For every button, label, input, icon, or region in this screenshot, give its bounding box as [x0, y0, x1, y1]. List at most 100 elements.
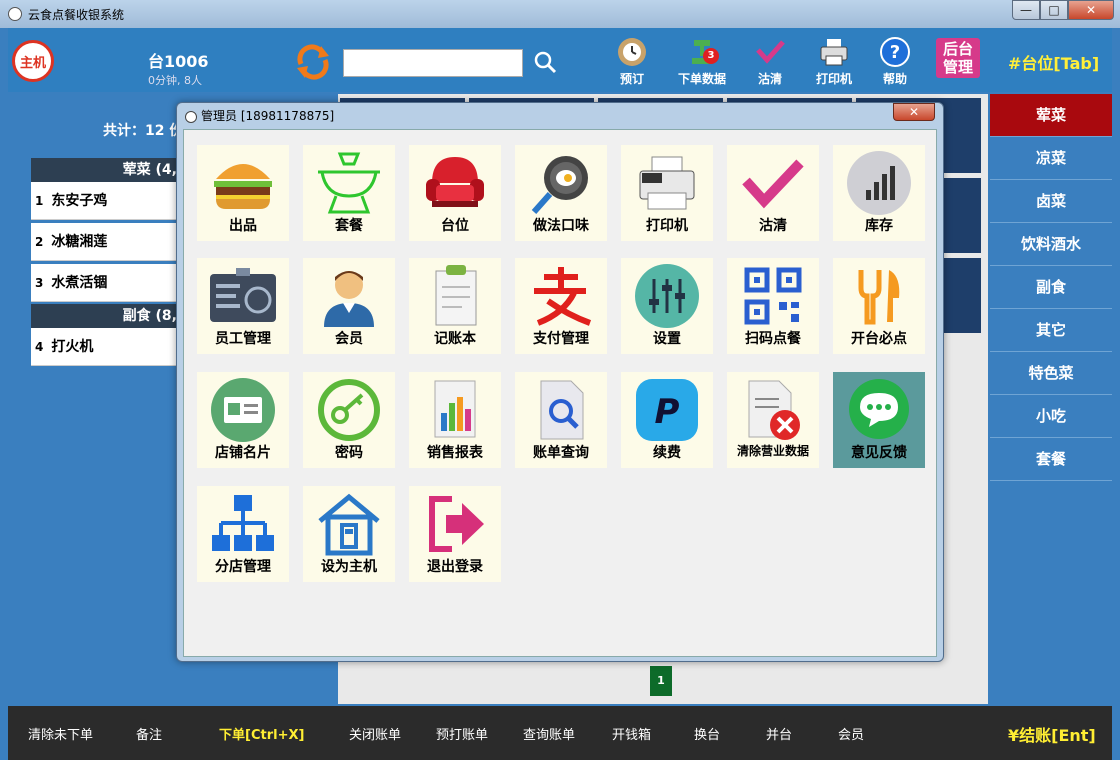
category-tab[interactable]: 套餐	[990, 438, 1112, 481]
tool-printer[interactable]: 打印机	[804, 36, 864, 87]
order-item[interactable]: 4 打火机	[31, 328, 181, 366]
dialog-close-button[interactable]: ✕	[893, 103, 935, 121]
backend-admin-button[interactable]: 后台 管理	[936, 38, 980, 78]
order-item-no: 4	[35, 340, 44, 354]
category-tab[interactable]: 其它	[990, 309, 1112, 352]
refresh-icon[interactable]	[293, 42, 333, 82]
search-icon[interactable]	[533, 50, 557, 74]
card-inventory[interactable]: 库存	[833, 145, 925, 241]
top-toolbar: 主机 台1006 0分钟, 8人 预订 3 下单数据 沽清 打印机 ? 帮助 后…	[8, 28, 1112, 92]
alipay-icon	[534, 267, 592, 326]
key-icon	[318, 379, 380, 441]
tool-help-label: 帮助	[882, 72, 907, 86]
note-button[interactable]: 备注	[136, 724, 162, 743]
card-staff[interactable]: 员工管理	[197, 258, 289, 354]
dialog-titlebar: 管理员 [18981178875]	[185, 107, 334, 124]
card-label: 设置	[653, 331, 681, 347]
category-tab[interactable]: 荤菜	[990, 94, 1112, 137]
house-icon	[318, 493, 380, 556]
maximize-button[interactable]: □	[1040, 0, 1068, 20]
card-required-items[interactable]: 开台必点	[833, 258, 925, 354]
category-tab[interactable]: 副食	[990, 266, 1112, 309]
card-ledger[interactable]: 记账本	[409, 258, 501, 354]
category-tab[interactable]: 特色菜	[990, 352, 1112, 395]
card-label: 扫码点餐	[745, 331, 801, 347]
place-order-button[interactable]: 下单[Ctrl+X]	[219, 724, 304, 743]
logout-icon	[429, 496, 484, 552]
category-tab[interactable]: 凉菜	[990, 137, 1112, 180]
query-bill-button[interactable]: 查询账单	[523, 724, 575, 743]
card-sellout[interactable]: 沽清	[727, 145, 819, 241]
card-member[interactable]: 会员	[303, 258, 395, 354]
help-icon: ?	[880, 37, 910, 67]
card-product[interactable]: 出品	[197, 145, 289, 241]
tool-help[interactable]: ? 帮助	[865, 36, 925, 87]
checkout-button[interactable]: ¥结账[Ent]	[1008, 722, 1096, 746]
close-button[interactable]: ✕	[1068, 0, 1114, 20]
card-label: 台位	[441, 218, 469, 234]
tool-sellout[interactable]: 沽清	[740, 36, 800, 87]
card-table[interactable]: 台位	[409, 145, 501, 241]
admin-dialog: 管理员 [18981178875] ✕ 出品 套餐 台位 做法口味 打印机 沽清	[176, 102, 944, 662]
card-logout[interactable]: 退出登录	[409, 486, 501, 582]
page-number-button[interactable]: 1	[650, 666, 672, 696]
card-label: 设为主机	[321, 559, 377, 575]
search-input[interactable]	[343, 49, 523, 77]
bar-chart-icon	[847, 151, 911, 215]
tool-order-data[interactable]: 3 下单数据	[672, 36, 732, 87]
card-set-host[interactable]: 设为主机	[303, 486, 395, 582]
qr-code-icon	[744, 267, 802, 325]
close-bill-button[interactable]: 关闭账单	[349, 724, 401, 743]
hotpot-icon	[318, 152, 380, 214]
merge-table-button[interactable]: 并台	[766, 724, 792, 743]
host-badge: 主机	[12, 40, 54, 82]
minimize-button[interactable]: —	[1012, 0, 1040, 20]
app-icon	[8, 7, 22, 21]
clear-unordered-button[interactable]: 清除未下单	[28, 724, 93, 743]
card-renew[interactable]: P 续费	[621, 372, 713, 468]
card-set-meal[interactable]: 套餐	[303, 145, 395, 241]
card-payment[interactable]: 支付管理	[515, 258, 607, 354]
reservation-clock-icon	[618, 38, 646, 66]
card-sales-report[interactable]: 销售报表	[409, 372, 501, 468]
card-qr-order[interactable]: 扫码点餐	[727, 258, 819, 354]
preprint-bill-button[interactable]: 预打账单	[436, 724, 488, 743]
category-tab[interactable]: 卤菜	[990, 180, 1112, 223]
order-item[interactable]: 2 冰糖湘莲	[31, 223, 181, 261]
card-feedback[interactable]: 意见反馈	[833, 372, 925, 468]
checkmark-icon	[742, 159, 804, 209]
category-tab[interactable]: 小吃	[990, 395, 1112, 438]
order-item-no: 1	[35, 194, 44, 208]
fork-knife-icon	[858, 270, 900, 325]
window-title: 云食点餐收银系统	[28, 8, 125, 22]
card-label: 沽清	[759, 218, 787, 234]
card-bill-search[interactable]: 账单查询	[515, 372, 607, 468]
member-person-icon	[324, 271, 374, 327]
order-item[interactable]: 1 东安子鸡	[31, 182, 181, 220]
card-branch[interactable]: 分店管理	[197, 486, 289, 582]
table-status: 0分钟, 8人	[148, 74, 202, 87]
order-item[interactable]: 3 水煮活锢	[31, 264, 181, 302]
card-label: 清除营业数据	[736, 444, 809, 458]
order-item-no: 3	[35, 276, 44, 290]
card-printer[interactable]: 打印机	[621, 145, 713, 241]
card-store-card[interactable]: 店铺名片	[197, 372, 289, 468]
card-password[interactable]: 密码	[303, 372, 395, 468]
table-tab-button[interactable]: #台位[Tab]	[1008, 50, 1099, 74]
clear-data-icon	[748, 380, 800, 440]
card-label: 店铺名片	[215, 445, 271, 461]
member-button[interactable]: 会员	[838, 724, 864, 743]
change-table-button[interactable]: 换台	[694, 724, 720, 743]
category-tab[interactable]: 饮料酒水	[990, 223, 1112, 266]
card-label: 分店管理	[215, 559, 271, 575]
tool-reservation[interactable]: 预订	[602, 36, 662, 87]
order-item-no: 2	[35, 235, 44, 249]
dialog-app-icon	[185, 110, 197, 123]
card-settings[interactable]: 设置	[621, 258, 713, 354]
card-clear-data[interactable]: 清除营业数据	[727, 372, 819, 468]
tool-sellout-label: 沽清	[757, 72, 782, 86]
open-drawer-button[interactable]: 开钱箱	[612, 724, 651, 743]
clipboard-icon	[435, 265, 477, 326]
card-cooking-flavor[interactable]: 做法口味	[515, 145, 607, 241]
dialog-title: 管理员 [18981178875]	[201, 109, 335, 123]
